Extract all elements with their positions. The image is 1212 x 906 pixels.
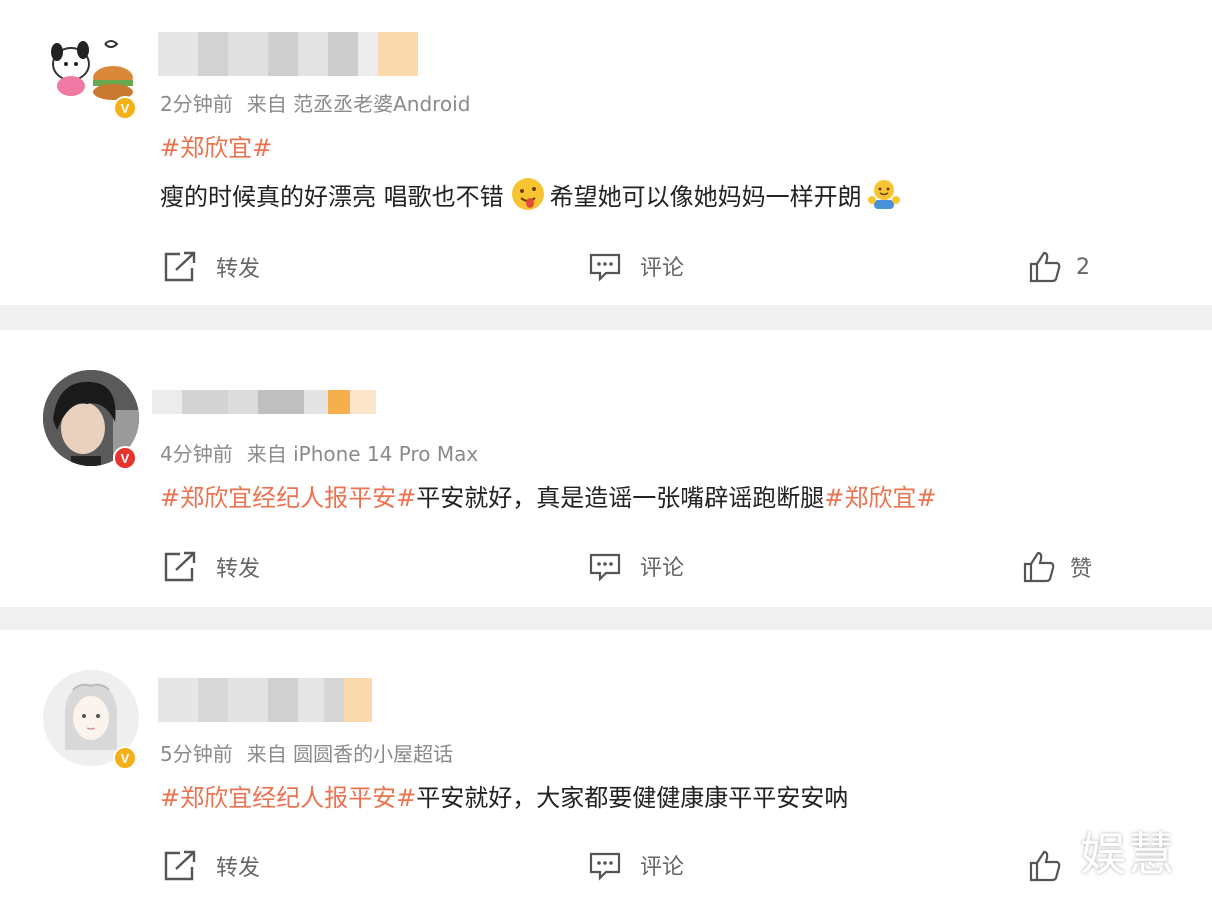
hashtag-link[interactable]: #郑欣宜经纪人报平安# bbox=[160, 484, 416, 512]
comment-card: V 2分钟前 来自 范丞丞老婆Android #郑欣宜# 瘦的时候真的好漂亮 唱歌… bbox=[0, 0, 1212, 305]
post-time: 5分钟前 bbox=[160, 742, 233, 766]
post-text: #郑欣宜经纪人报平安#平安就好，真是造谣一张嘴辟谣跑断腿#郑欣宜# bbox=[160, 478, 936, 513]
thumbs-up-icon bbox=[1029, 251, 1061, 283]
share-icon bbox=[164, 551, 196, 582]
thumbs-up-icon bbox=[1029, 850, 1061, 882]
hashtag-line: #郑欣宜# bbox=[160, 128, 272, 163]
comment-label: 评论 bbox=[640, 256, 685, 281]
post-text-part: 瘦的时候真的好漂亮 唱歌也不错 bbox=[160, 182, 504, 211]
like-label: 赞 bbox=[1070, 557, 1093, 582]
repost-button[interactable]: 转发 bbox=[162, 250, 260, 284]
like-button[interactable]: 赞 bbox=[1022, 550, 1092, 584]
hashtag-link[interactable]: #郑欣宜经纪人报平安# bbox=[160, 784, 416, 812]
comment-button[interactable]: 评论 bbox=[588, 849, 684, 881]
post-source[interactable]: 来自 iPhone 14 Pro Max bbox=[247, 442, 478, 466]
repost-label: 转发 bbox=[216, 257, 261, 282]
comment-icon bbox=[589, 553, 621, 582]
like-button[interactable] bbox=[1028, 849, 1080, 883]
verified-badge-icon: V bbox=[113, 746, 137, 770]
username-blurred[interactable] bbox=[158, 32, 418, 76]
tongue-out-emoji-icon bbox=[511, 178, 544, 210]
post-time: 4分钟前 bbox=[160, 442, 233, 466]
thumbs-up-icon bbox=[1023, 551, 1055, 583]
share-icon bbox=[164, 251, 196, 282]
comment-card: V 5分钟前 来自 圆圆香的小屋超话 #郑欣宜经纪人报平安#平安就好，大家都要健健… bbox=[0, 630, 1212, 906]
like-count: 2 bbox=[1076, 254, 1090, 280]
verified-badge-icon: V bbox=[113, 446, 137, 470]
comment-card: V 4分钟前 来自 iPhone 14 Pro Max #郑欣宜经纪人报平安#平安… bbox=[0, 330, 1212, 607]
repost-label: 转发 bbox=[216, 557, 261, 582]
comment-icon bbox=[589, 253, 621, 282]
post-text-part: 平安就好，大家都要健健康康平平安安呐 bbox=[416, 784, 849, 812]
repost-label: 转发 bbox=[216, 856, 261, 881]
comment-icon bbox=[589, 852, 621, 881]
post-time: 2分钟前 bbox=[160, 92, 233, 116]
username-blurred[interactable] bbox=[152, 390, 376, 414]
comment-button[interactable]: 评论 bbox=[588, 550, 684, 582]
post-text-part: 希望她可以像她妈妈一样开朗 bbox=[549, 182, 862, 211]
comment-label: 评论 bbox=[640, 855, 685, 880]
repost-button[interactable]: 转发 bbox=[162, 849, 260, 883]
post-source[interactable]: 来自 范丞丞老婆Android bbox=[247, 92, 471, 116]
comment-button[interactable]: 评论 bbox=[588, 250, 684, 282]
post-meta: 4分钟前 来自 iPhone 14 Pro Max bbox=[160, 438, 478, 467]
hashtag-link[interactable]: #郑欣宜# bbox=[824, 484, 936, 512]
post-text: #郑欣宜经纪人报平安#平安就好，大家都要健健康康平平安安呐 bbox=[160, 778, 848, 813]
post-meta: 5分钟前 来自 圆圆香的小屋超话 bbox=[160, 738, 453, 767]
share-icon bbox=[164, 850, 196, 881]
like-button[interactable]: 2 bbox=[1028, 250, 1090, 284]
hashtag-link[interactable]: #郑欣宜# bbox=[160, 134, 272, 162]
comment-label: 评论 bbox=[640, 556, 685, 581]
post-meta: 2分钟前 来自 范丞丞老婆Android bbox=[160, 88, 470, 117]
verified-badge-icon: V bbox=[113, 96, 137, 120]
post-text-part: 平安就好，真是造谣一张嘴辟谣跑断腿 bbox=[416, 484, 825, 512]
watermark-logo: 娱慧 bbox=[1080, 827, 1176, 881]
repost-button[interactable]: 转发 bbox=[162, 550, 260, 584]
hug-emoji-icon bbox=[867, 180, 900, 209]
username-blurred[interactable] bbox=[158, 678, 372, 722]
post-text: 瘦的时候真的好漂亮 唱歌也不错 希望她可以像她妈妈一样开朗 bbox=[160, 176, 902, 212]
post-source[interactable]: 来自 圆圆香的小屋超话 bbox=[247, 742, 453, 766]
